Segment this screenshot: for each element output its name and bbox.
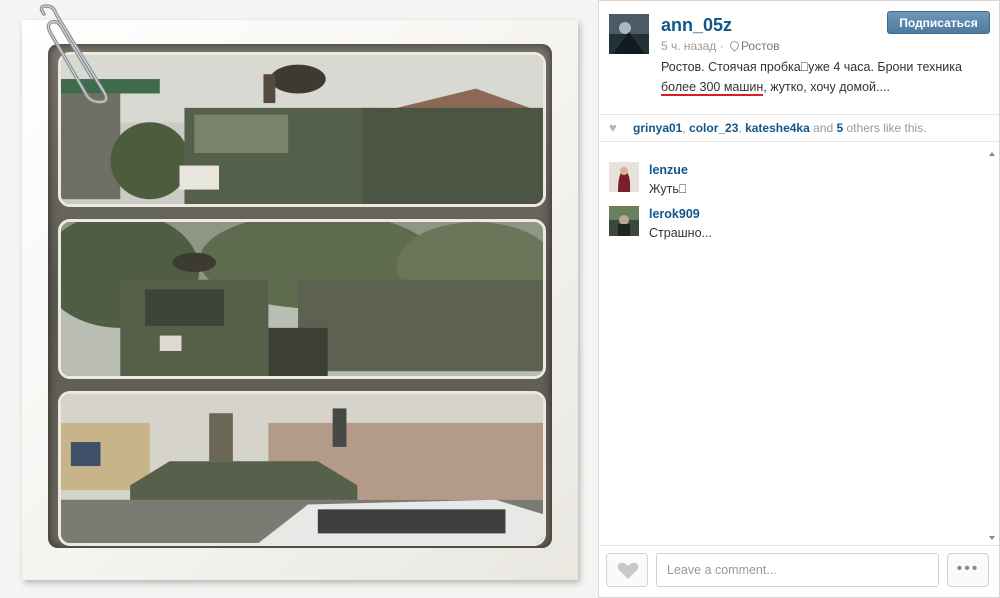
comment-input[interactable]: Leave a comment... xyxy=(656,553,939,587)
paperclip-icon xyxy=(39,4,108,104)
comment-avatar[interactable] xyxy=(609,206,639,236)
like-button[interactable] xyxy=(606,553,648,587)
like-user-link[interactable]: kateshe4ka xyxy=(745,121,810,135)
comment-username[interactable]: lerok909 xyxy=(649,207,700,221)
post-time[interactable]: 5 ч. назад xyxy=(661,39,716,53)
like-user-link[interactable]: color_23 xyxy=(689,121,738,135)
like-user-link[interactable]: grinya01 xyxy=(633,121,682,135)
post-photo[interactable] xyxy=(0,0,598,598)
photo-strip-armored-vehicle xyxy=(58,391,546,546)
likes-suffix: others like this. xyxy=(843,121,927,135)
photo-strip-truck-middle xyxy=(58,219,546,379)
post-footer: Leave a comment... ••• xyxy=(599,545,999,598)
comment-avatar[interactable] xyxy=(609,162,639,192)
user-avatar[interactable] xyxy=(609,14,649,54)
post-caption: Ростов. Стоячая пробка⎕уже 4 часа. Брони… xyxy=(661,57,993,97)
post-meta: 5 ч. назад · Ростов xyxy=(661,39,780,53)
comment-item: lerok909 Страшно... xyxy=(609,200,979,240)
heart-icon: ♥ xyxy=(609,120,617,135)
post-location[interactable]: Ростов xyxy=(741,39,780,53)
photo-strip-truck-top xyxy=(58,52,546,207)
username-link[interactable]: ann_05z xyxy=(661,15,732,36)
comment-item: lenzue Жуть⎕ xyxy=(609,156,979,196)
likes-bar: ♥ grinya01, color_23, kateshe4ka and 5 o… xyxy=(599,114,999,142)
location-pin-icon xyxy=(728,39,741,52)
comments-list: lenzue Жуть⎕ lerok909 Страшно... xyxy=(599,150,989,540)
comments-scrollbar[interactable] xyxy=(987,150,997,542)
caption-text-part1: Ростов. Стоячая пробка⎕уже 4 часа. Брони… xyxy=(661,60,962,74)
post-header: ann_05z Подписаться 5 ч. назад · Ростов … xyxy=(599,0,999,105)
heart-icon xyxy=(617,562,639,579)
likes-text: grinya01, color_23, kateshe4ka and 5 oth… xyxy=(633,121,927,135)
caption-text-part2: , жутко, хочу домой.... xyxy=(763,80,890,94)
post-sidebar: ann_05z Подписаться 5 ч. назад · Ростов … xyxy=(598,0,1000,598)
comment-text: Страшно... xyxy=(649,226,712,240)
more-options-button[interactable]: ••• xyxy=(947,553,989,587)
likes-and: and xyxy=(809,121,837,135)
follow-button[interactable]: Подписаться xyxy=(887,11,990,34)
comment-text: Жуть⎕ xyxy=(649,182,687,196)
comment-username[interactable]: lenzue xyxy=(649,163,688,177)
caption-underlined-text: более 300 машин xyxy=(661,80,764,96)
